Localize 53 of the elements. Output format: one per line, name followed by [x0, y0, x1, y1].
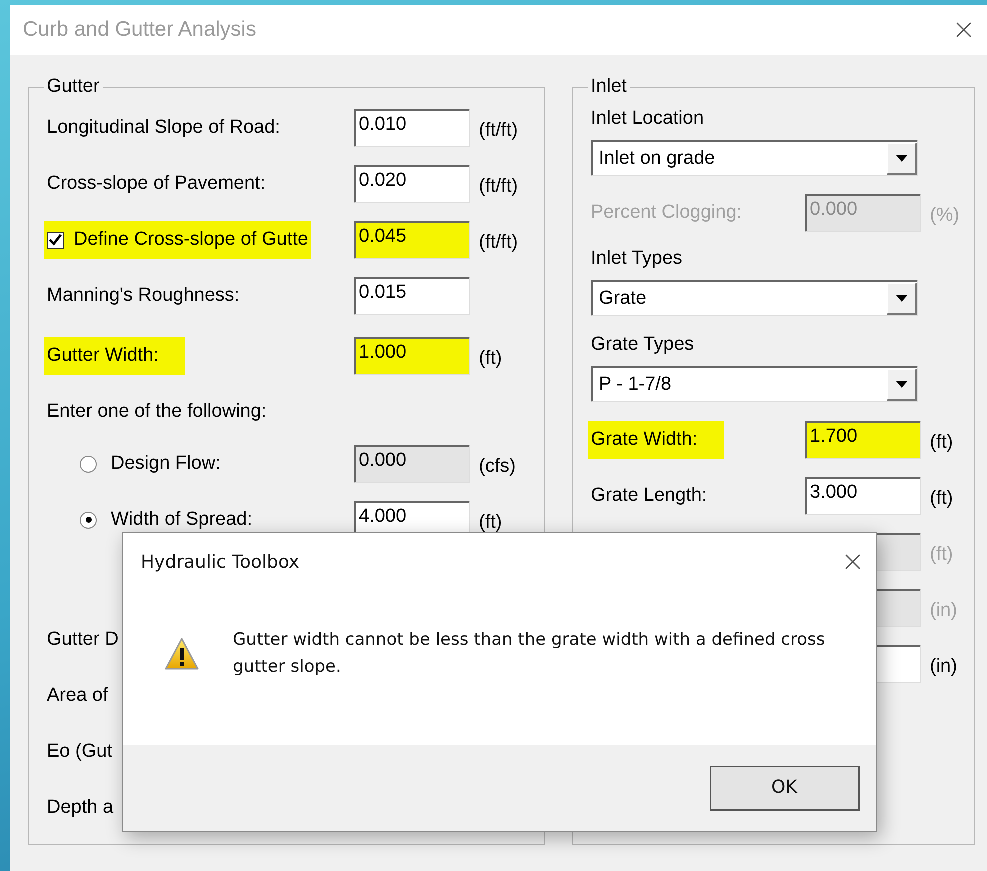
unit-label: (ft): [479, 348, 502, 370]
input-field[interactable]: 0.015: [354, 277, 470, 315]
dropdown-label: Inlet Types: [591, 247, 683, 271]
unit-label: (ft/ft): [479, 176, 518, 198]
input-field[interactable]: 0.020: [354, 165, 470, 203]
field-label: Manning's Roughness:: [47, 285, 240, 307]
group-title: Gutter: [46, 76, 101, 98]
result-label: Gutter D: [47, 629, 119, 651]
field-label: Longitudinal Slope of Road:: [47, 117, 280, 139]
dropdown-arrow-icon: [896, 294, 908, 302]
unit-label: (ft): [930, 488, 954, 510]
unit-label: (ft): [930, 432, 954, 454]
field-label: Gutter Width:: [44, 337, 185, 375]
field-label: Grate Width:: [588, 421, 724, 459]
unit-label: (ft/ft): [479, 232, 518, 254]
ok-button[interactable]: OK: [710, 766, 860, 810]
result-label: Eo (Gut: [47, 741, 112, 763]
unit-label: (cfs): [479, 456, 516, 478]
dropdown-label: Grate Types: [591, 333, 694, 357]
dropdown[interactable]: P - 1-7/8: [591, 366, 918, 402]
unit-label: (ft): [930, 544, 954, 566]
input-field[interactable]: 1.700: [805, 421, 921, 459]
window-title: Curb and Gutter Analysis: [23, 18, 256, 42]
dropdown-arrow-icon: [896, 154, 908, 162]
input-field[interactable]: 0.045: [354, 221, 470, 259]
result-label: Depth a: [47, 797, 114, 819]
field-label: Percent Clogging:: [591, 202, 742, 224]
radio-button[interactable]: [80, 456, 97, 472]
radio-button[interactable]: [80, 512, 97, 528]
instruction-text: Enter one of the following:: [47, 401, 267, 423]
unit-label: (in): [930, 600, 958, 622]
dialog-title: Hydraulic Toolbox: [141, 552, 300, 572]
warning-icon: [165, 638, 199, 670]
checkbox[interactable]: Define Cross-slope of Gutte: [44, 221, 312, 259]
checkmark-icon: [49, 234, 62, 246]
group-title: Inlet: [590, 76, 628, 98]
field-label: Grate Length:: [591, 485, 708, 507]
input-field[interactable]: 0.010: [354, 109, 470, 147]
dropdown[interactable]: Grate: [591, 280, 918, 316]
result-label: Area of: [47, 685, 108, 707]
field-label: Cross-slope of Pavement:: [47, 173, 266, 195]
option-label: Width of Spread:: [111, 509, 253, 531]
unit-label: (ft): [479, 512, 502, 534]
dropdown[interactable]: Inlet on grade: [591, 140, 918, 176]
unit-label: (in): [930, 656, 958, 678]
error-message: Gutter width cannot be less than the grate width with a defined cross gutter slope.: [233, 629, 826, 679]
dropdown-label: Inlet Location: [591, 107, 704, 131]
dropdown-arrow-icon: [896, 380, 908, 388]
unit-label: (%): [930, 205, 960, 227]
unit-label: (ft/ft): [479, 120, 518, 142]
input-field[interactable]: 1.000: [354, 337, 470, 375]
option-label: Design Flow:: [111, 453, 221, 475]
input-field[interactable]: 3.000: [805, 477, 921, 515]
